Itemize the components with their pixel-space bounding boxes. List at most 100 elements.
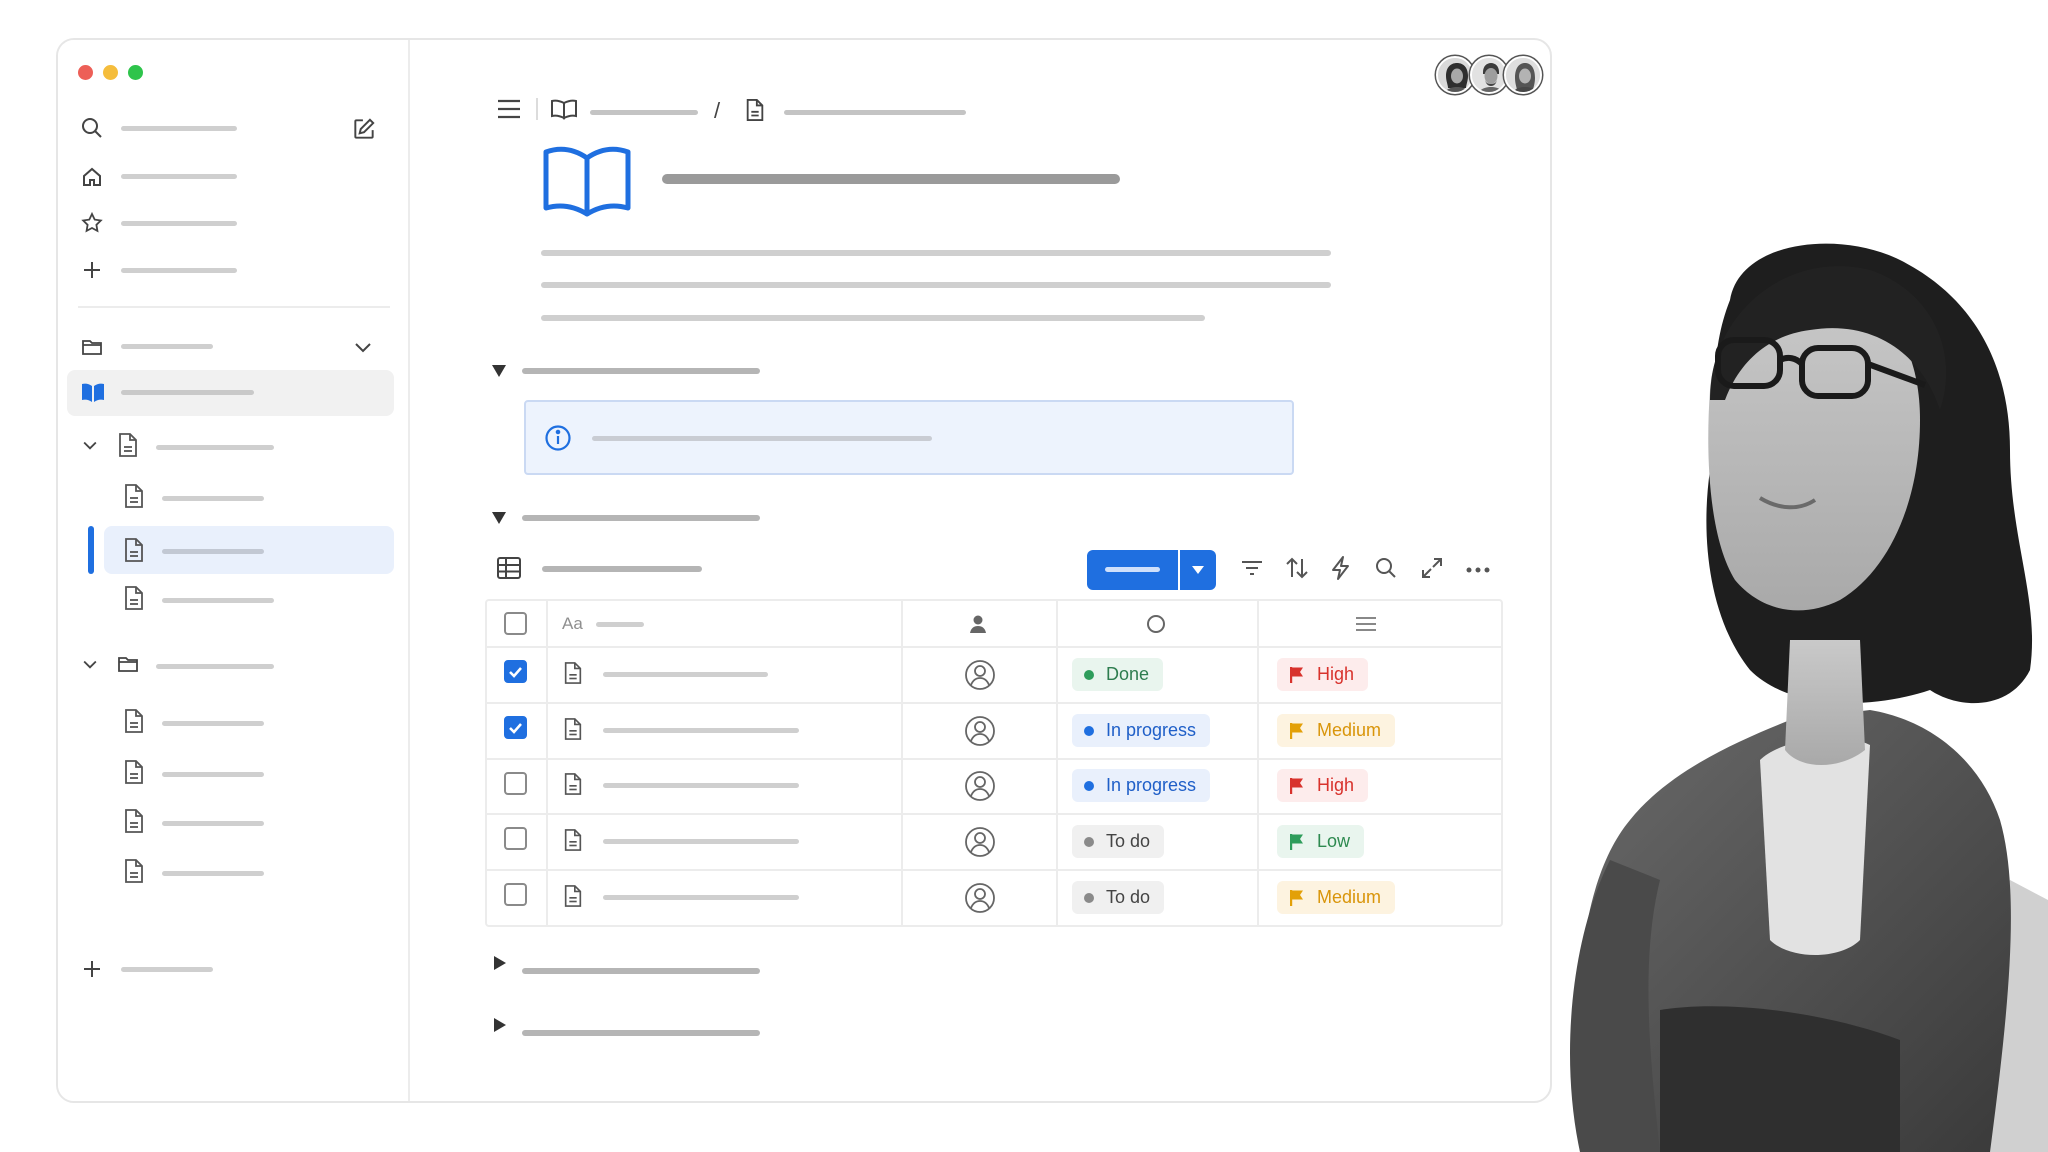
- book-icon: [81, 382, 105, 404]
- status-dot: [1084, 780, 1094, 791]
- assignee-avatar-icon[interactable]: [964, 770, 996, 802]
- status-badge[interactable]: In progress: [1072, 769, 1211, 802]
- document-icon: [562, 772, 584, 796]
- status-badge[interactable]: Done: [1072, 658, 1164, 691]
- status-badge[interactable]: To do: [1072, 825, 1165, 858]
- more-horizontal-icon[interactable]: [1466, 566, 1490, 574]
- expand-icon[interactable]: [1420, 556, 1444, 580]
- priority-badge[interactable]: Low: [1277, 825, 1365, 858]
- page-book-icon[interactable]: [542, 144, 632, 218]
- menu-icon[interactable]: [496, 98, 522, 120]
- row-checkbox[interactable]: [504, 883, 527, 906]
- assignee-avatar-icon[interactable]: [964, 659, 996, 691]
- status-circle-icon[interactable]: [1145, 613, 1167, 635]
- row-title[interactable]: [603, 728, 799, 733]
- row-divider: [487, 646, 1501, 648]
- person-icon[interactable]: [967, 613, 989, 635]
- breadcrumb-item-current[interactable]: [784, 110, 966, 115]
- document-icon: [562, 828, 584, 852]
- tree-item-label: [156, 664, 274, 669]
- row-title[interactable]: [603, 672, 768, 677]
- toggle-expanded-icon[interactable]: [491, 364, 507, 378]
- toggle-collapsed-icon[interactable]: [493, 955, 507, 971]
- new-entry-button[interactable]: [1087, 550, 1178, 590]
- tree-item-selected-accent: [88, 526, 94, 574]
- minimize-window-button[interactable]: [103, 65, 118, 80]
- priority-badge[interactable]: Medium: [1277, 714, 1396, 747]
- document-icon: [562, 717, 584, 741]
- new-entry-dropdown-button[interactable]: [1180, 550, 1216, 590]
- sidebar-item-active-page[interactable]: [67, 370, 394, 416]
- row-title[interactable]: [603, 783, 799, 788]
- sidebar-item-label: [121, 174, 237, 179]
- name-column-header[interactable]: [596, 622, 644, 627]
- toggle-heading[interactable]: [522, 515, 760, 521]
- priority-badge[interactable]: High: [1277, 769, 1369, 802]
- chevron-down-icon[interactable]: [351, 335, 375, 359]
- select-all-checkbox[interactable]: [504, 612, 527, 635]
- topbar-divider: [536, 98, 538, 120]
- status-label: Done: [1106, 664, 1150, 684]
- chevron-down-icon[interactable]: [80, 654, 100, 674]
- tree-item-label: [156, 445, 274, 450]
- status-dot: [1084, 725, 1094, 736]
- priority-label: Low: [1317, 831, 1351, 851]
- window-controls: [78, 65, 143, 80]
- toggle-collapsed-icon[interactable]: [493, 1017, 507, 1033]
- toggle-heading[interactable]: [522, 368, 760, 374]
- lightning-icon[interactable]: [1330, 555, 1352, 581]
- plus-icon: [80, 258, 104, 282]
- database-table: Aa Done High In progress Medium In progr…: [485, 599, 1503, 927]
- maximize-window-button[interactable]: [128, 65, 143, 80]
- row-title[interactable]: [603, 895, 799, 900]
- row-checkbox[interactable]: [504, 716, 527, 739]
- sidebar-divider: [78, 306, 390, 308]
- compose-icon[interactable]: [351, 116, 377, 142]
- page-title[interactable]: [662, 174, 1120, 184]
- sidebar: [58, 40, 410, 1101]
- document-icon: [122, 858, 146, 884]
- column-divider: [1056, 601, 1058, 925]
- sort-icon[interactable]: [1284, 555, 1310, 581]
- book-outline-icon[interactable]: [550, 98, 578, 120]
- tree-item-selected-page[interactable]: [104, 526, 394, 574]
- close-window-button[interactable]: [78, 65, 93, 80]
- breadcrumb-item[interactable]: [590, 110, 698, 115]
- info-callout: [524, 400, 1294, 475]
- document-icon: [122, 483, 146, 509]
- toggle-heading[interactable]: [522, 968, 760, 974]
- chevron-down-icon[interactable]: [80, 435, 100, 455]
- folder-icon: [116, 652, 140, 676]
- search-icon[interactable]: [1374, 556, 1398, 580]
- database-title[interactable]: [542, 566, 702, 572]
- status-label: In progress: [1106, 720, 1197, 740]
- filter-icon[interactable]: [1240, 557, 1264, 579]
- toggle-expanded-icon[interactable]: [491, 511, 507, 525]
- sidebar-item-label: [121, 390, 254, 395]
- assignee-avatar-icon[interactable]: [964, 882, 996, 914]
- tree-item-label: [162, 871, 264, 876]
- status-label: To do: [1106, 887, 1151, 907]
- status-badge[interactable]: In progress: [1072, 714, 1211, 747]
- sidebar-section-label: [121, 344, 213, 349]
- flag-icon: [1290, 833, 1303, 850]
- row-checkbox[interactable]: [504, 827, 527, 850]
- status-label: To do: [1106, 831, 1151, 851]
- search-icon: [80, 116, 104, 140]
- row-checkbox[interactable]: [504, 772, 527, 795]
- priority-badge[interactable]: High: [1277, 658, 1369, 691]
- priority-badge[interactable]: Medium: [1277, 881, 1396, 914]
- assignee-avatar-icon[interactable]: [964, 715, 996, 747]
- assignee-avatar-icon[interactable]: [964, 826, 996, 858]
- status-badge[interactable]: To do: [1072, 881, 1165, 914]
- list-icon[interactable]: [1354, 613, 1378, 635]
- toggle-heading[interactable]: [522, 1030, 760, 1036]
- app-window: / Aa Done High In progress Medium In pro…: [56, 38, 1552, 1103]
- row-title[interactable]: [603, 839, 799, 844]
- priority-label: Medium: [1317, 887, 1382, 907]
- priority-label: Medium: [1317, 720, 1382, 740]
- row-checkbox[interactable]: [504, 660, 527, 683]
- tree-item-label: [162, 772, 264, 777]
- sidebar-item-label: [121, 126, 237, 131]
- avatar: [1470, 56, 1508, 94]
